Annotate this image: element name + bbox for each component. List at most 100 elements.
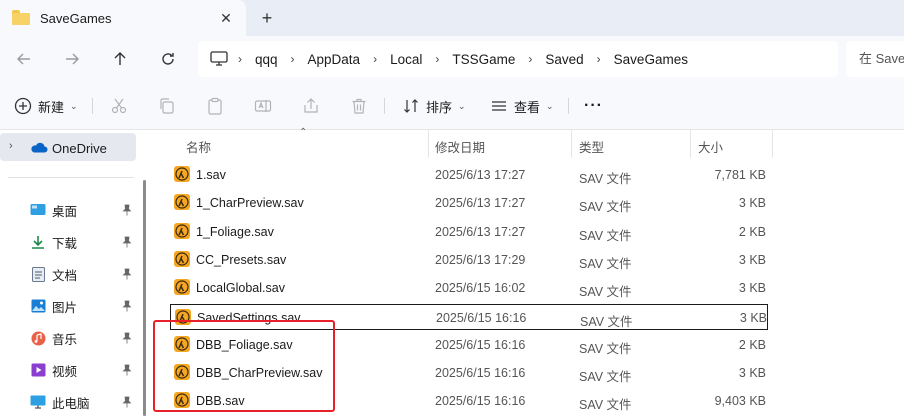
half-life-file-icon: [174, 250, 190, 267]
sidebar-item-label: 桌面: [52, 204, 78, 219]
file-date: 2025/6/15 16:16: [435, 366, 526, 381]
view-button[interactable]: 查看 ⌄: [490, 94, 554, 118]
sort-button[interactable]: 排序 ⌄: [402, 94, 466, 118]
copy-icon: [160, 98, 174, 114]
sidebar-item-label: OneDrive: [52, 141, 107, 156]
pin-icon[interactable]: [122, 268, 132, 280]
toolbar-divider: [384, 98, 385, 114]
sidebar-divider: [8, 177, 134, 178]
sidebar-item-label: 视频: [52, 364, 78, 379]
file-row[interactable]: CC_Presets.sav 2025/6/13 17:29 SAV 文件 3 KB: [170, 247, 768, 273]
chevron-right-icon[interactable]: ›: [9, 140, 13, 152]
pin-icon[interactable]: [122, 364, 132, 376]
column-header-row: ⌃ 名称 修改日期 类型 大小: [152, 127, 904, 158]
folder-icon: [12, 10, 30, 25]
file-size: 3 KB: [738, 281, 766, 296]
sidebar-item-videos[interactable]: 视频: [30, 358, 140, 382]
pin-icon[interactable]: [122, 300, 132, 312]
rename-button[interactable]: [254, 94, 272, 118]
column-date[interactable]: 修改日期: [435, 137, 485, 156]
refresh-button[interactable]: [156, 48, 180, 70]
sort-label: 排序: [426, 99, 453, 115]
pin-icon[interactable]: [122, 236, 132, 248]
sidebar-item-music[interactable]: 音乐: [30, 326, 140, 350]
download-icon: [30, 234, 46, 250]
plus-circle-icon: [14, 97, 32, 115]
file-row[interactable]: 1_Foliage.sav 2025/6/13 17:27 SAV 文件 2 KB: [170, 219, 768, 245]
column-divider[interactable]: [428, 130, 429, 158]
breadcrumb-savegames[interactable]: SaveGames: [614, 52, 688, 67]
new-button[interactable]: 新建 ⌄: [14, 94, 78, 118]
file-row[interactable]: 1.sav 2025/6/13 17:27 SAV 文件 7,781 KB: [170, 162, 768, 188]
file-size: 2 KB: [738, 337, 766, 352]
column-size[interactable]: 大小: [698, 137, 723, 156]
tab-savegames[interactable]: SaveGames ✕: [0, 0, 246, 36]
file-date: 2025/6/13 17:27: [435, 168, 526, 182]
half-life-file-icon: [174, 222, 190, 239]
address-bar[interactable]: › qqq › AppData › Local › TSSGame › Saved › S…: [198, 41, 838, 77]
sidebar-item-this-pc[interactable]: 此电脑: [30, 390, 140, 414]
file-date: 2025/6/13 17:27: [435, 224, 526, 239]
paste-button[interactable]: [206, 94, 224, 118]
toolbar-divider: [568, 98, 569, 114]
file-type: SAV 文件: [579, 172, 632, 186]
file-type: SAV 文件: [579, 256, 632, 271]
file-size: 3 KB: [739, 310, 767, 325]
column-name[interactable]: 名称: [186, 137, 211, 156]
sidebar-scrollbar[interactable]: [143, 180, 146, 416]
file-row[interactable]: 1_CharPreview.sav 2025/6/13 17:27 SAV 文件 3 …: [170, 190, 768, 216]
search-input[interactable]: 在 SaveGames 中搜索: [846, 41, 904, 77]
file-type: SAV 文件: [579, 370, 632, 385]
computer-icon: [30, 394, 46, 410]
file-type: SAV 文件: [580, 314, 633, 329]
column-type[interactable]: 类型: [579, 137, 604, 156]
file-size: 9,403 KB: [714, 394, 766, 409]
desktop-icon: [30, 202, 46, 218]
delete-button[interactable]: [350, 94, 368, 118]
column-divider[interactable]: [571, 130, 572, 158]
sidebar-item-label: 此电脑: [52, 396, 90, 411]
sidebar-item-onedrive[interactable]: › OneDrive: [0, 133, 136, 161]
pin-icon[interactable]: [122, 396, 132, 408]
file-type: SAV 文件: [579, 228, 632, 243]
navigation-pane: › OneDrive 桌面 下载 文档 图片 音乐 视频 此电脑: [0, 130, 152, 416]
file-date: 2025/6/15 16:02: [435, 281, 526, 296]
up-button[interactable]: [108, 48, 132, 70]
file-date: 2025/6/15 16:16: [435, 394, 526, 409]
copy-button[interactable]: [158, 94, 176, 118]
breadcrumb-tssgame[interactable]: TSSGame ›: [452, 52, 545, 67]
cloud-icon: [31, 142, 48, 153]
more-options-button[interactable]: ···: [584, 94, 603, 118]
sidebar-item-downloads[interactable]: 下载: [30, 230, 140, 254]
close-tab-icon[interactable]: ✕: [216, 8, 236, 28]
file-name: 1_CharPreview.sav: [196, 196, 304, 211]
music-icon: [30, 330, 46, 346]
file-date: 2025/6/15 16:16: [436, 310, 527, 325]
column-divider[interactable]: [772, 130, 773, 158]
file-size: 3 KB: [738, 366, 766, 381]
sidebar-item-documents[interactable]: 文档: [30, 262, 140, 286]
arrow-up-icon: [114, 52, 126, 65]
breadcrumb-saved[interactable]: Saved ›: [545, 52, 613, 67]
pin-icon[interactable]: [122, 332, 132, 344]
file-row[interactable]: LocalGlobal.sav 2025/6/15 16:02 SAV 文件 3 KB: [170, 275, 768, 301]
column-divider[interactable]: [690, 130, 691, 158]
file-type: SAV 文件: [579, 341, 632, 356]
breadcrumb-local[interactable]: Local ›: [390, 52, 452, 67]
file-date: 2025/6/15 16:16: [435, 337, 526, 352]
tab-bar: SaveGames ✕ +: [0, 0, 904, 36]
breadcrumb-qqq[interactable]: qqq ›: [255, 52, 308, 67]
sidebar-item-desktop[interactable]: 桌面: [30, 198, 140, 222]
sidebar-item-pictures[interactable]: 图片: [30, 294, 140, 318]
new-tab-button[interactable]: +: [256, 8, 278, 28]
cut-button[interactable]: [110, 94, 128, 118]
share-button[interactable]: [302, 94, 320, 118]
breadcrumb-appdata[interactable]: AppData ›: [308, 52, 391, 67]
file-size: 3 KB: [738, 196, 766, 211]
navigation-bar: › qqq › AppData › Local › TSSGame › Saved › S…: [0, 36, 904, 82]
video-icon: [30, 362, 46, 378]
forward-button[interactable]: [60, 48, 84, 70]
sort-icon: [404, 99, 418, 113]
pin-icon[interactable]: [122, 204, 132, 216]
back-button[interactable]: [12, 48, 36, 70]
